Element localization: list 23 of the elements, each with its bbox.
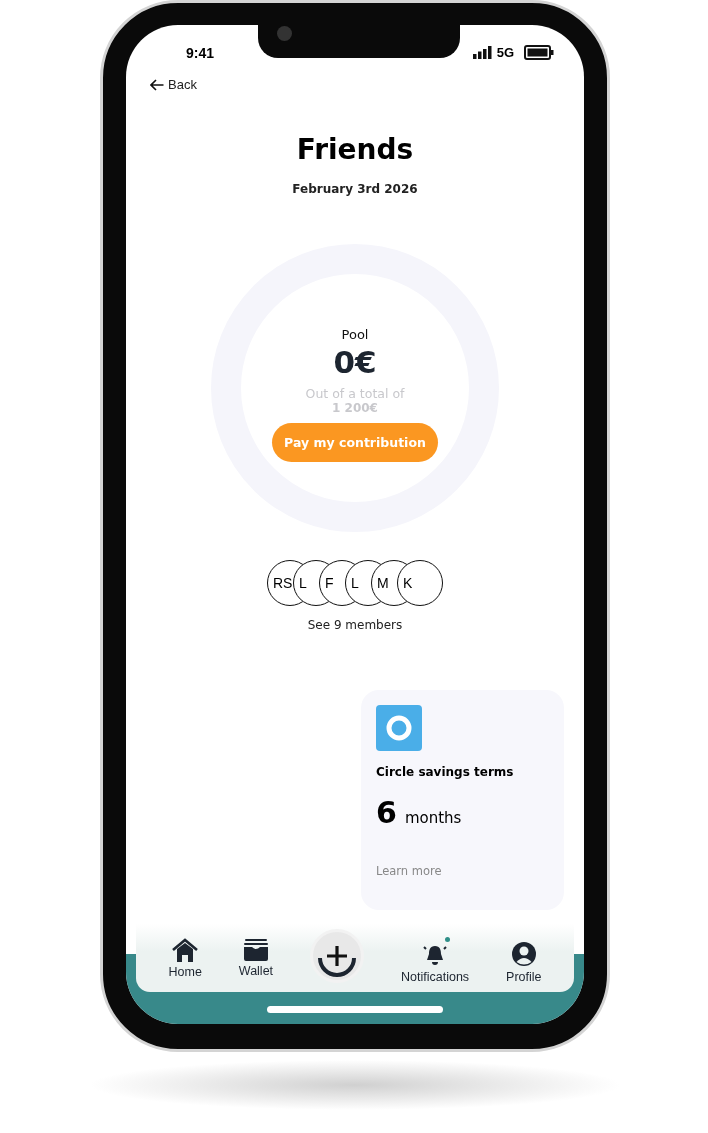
member-avatar: K [397, 560, 443, 606]
term-value: 6 [376, 795, 397, 830]
card-title: Circle savings terms [376, 765, 514, 779]
wallet-icon [242, 938, 269, 961]
pool-amount: 0€ [333, 343, 377, 380]
back-arrow-icon [150, 78, 164, 91]
ring-icon [376, 705, 422, 751]
tab-item[interactable]: Profile [506, 940, 542, 984]
pool-label: Pool [341, 326, 369, 342]
network-label: 5G [496, 45, 514, 60]
term-unit: months [404, 809, 462, 827]
profile-icon [510, 940, 537, 967]
tab-item[interactable]: Wallet [238, 938, 274, 978]
battery-icon [524, 45, 554, 60]
signal-icon [472, 46, 493, 59]
page-title: Friends [296, 132, 414, 168]
home-icon [171, 937, 200, 962]
status-time: 9:41 [186, 44, 215, 61]
tab-item[interactable]: Notifications [401, 940, 470, 984]
tab-item[interactable]: Home [168, 937, 202, 979]
back-button[interactable]: Back [150, 77, 197, 92]
date-label: February 3rd 2026 [292, 182, 418, 196]
see-members-link[interactable]: See 9 members [307, 618, 403, 632]
